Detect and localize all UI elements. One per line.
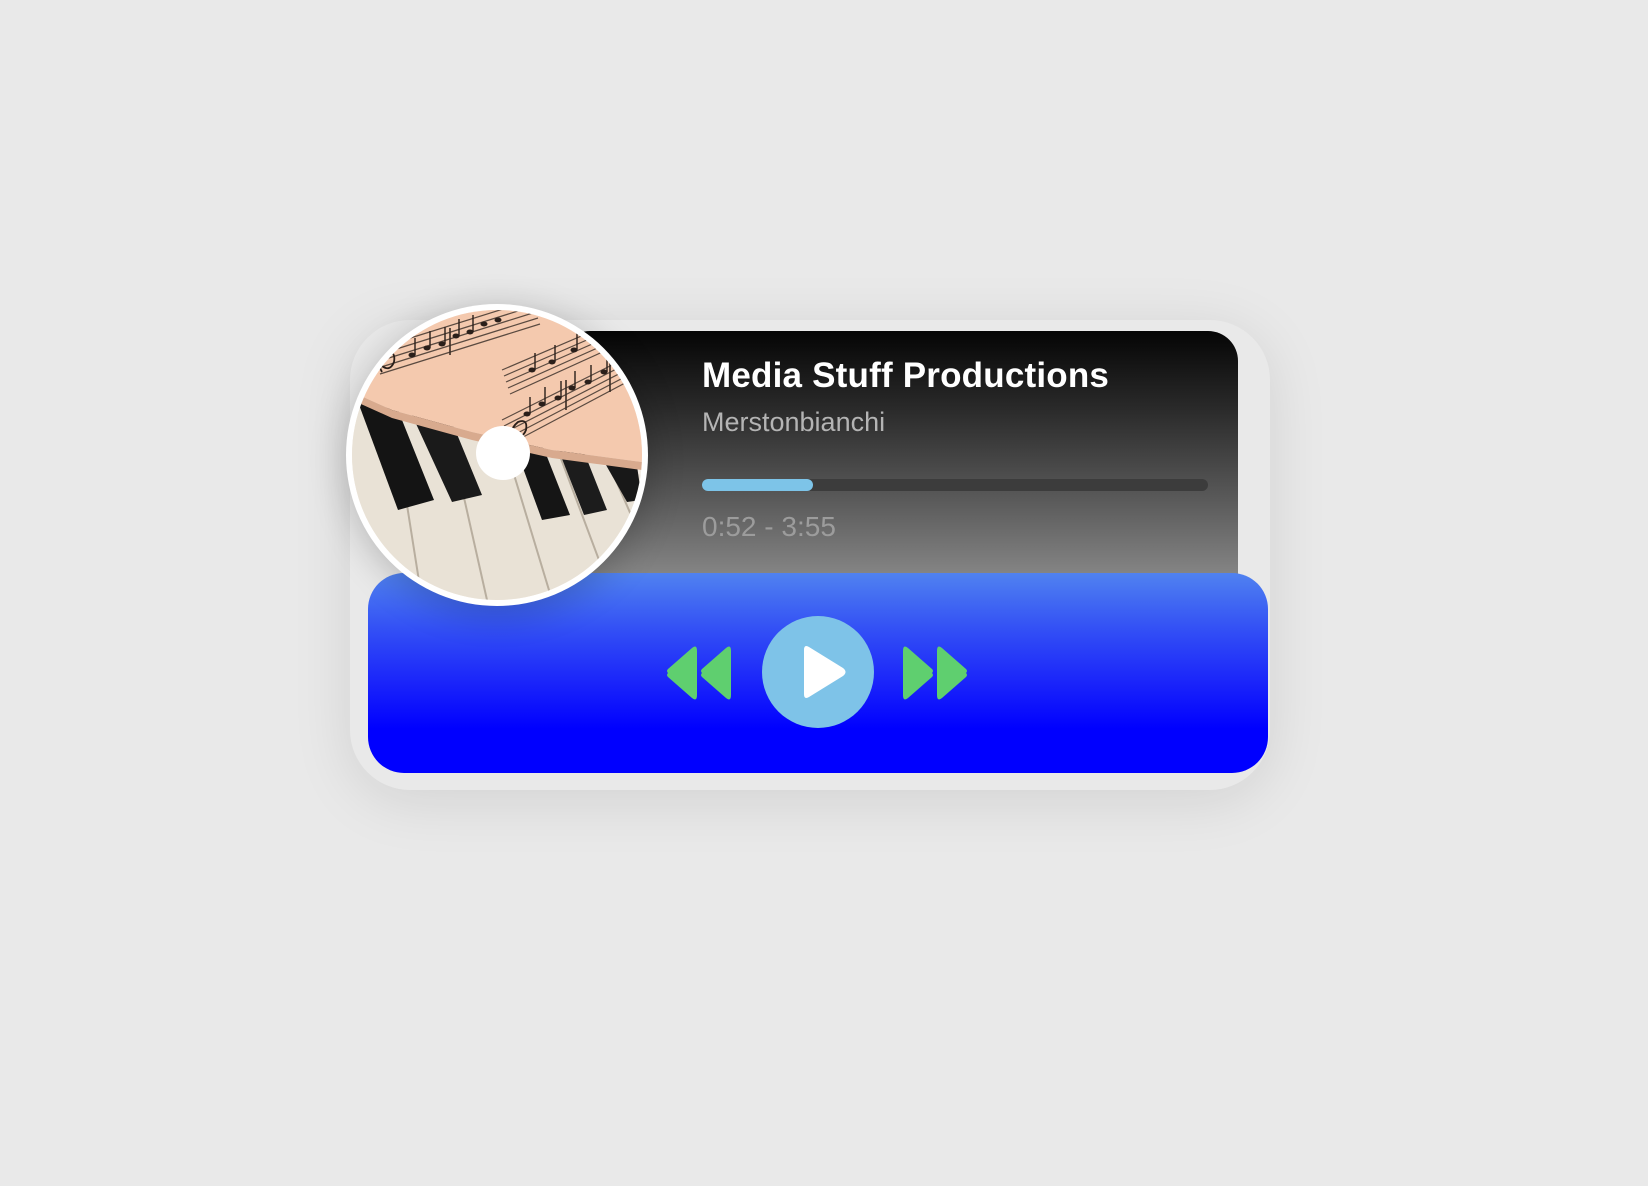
- progress-bar[interactable]: [702, 479, 1208, 491]
- fast-forward-icon: [903, 646, 967, 700]
- play-icon: [804, 646, 846, 698]
- disc-center-hole: [476, 426, 530, 480]
- play-button[interactable]: [762, 616, 874, 728]
- fast-forward-button[interactable]: [898, 645, 970, 701]
- progress-bar-fill: [702, 479, 814, 491]
- rewind-button[interactable]: [664, 645, 736, 701]
- time-separator: -: [764, 511, 774, 542]
- elapsed-time: 0:52: [702, 511, 757, 542]
- rewind-icon: [667, 646, 731, 700]
- total-duration: 3:55: [781, 511, 836, 542]
- music-player-widget: Media Stuff Productions Merstonbianchi 0…: [0, 0, 1648, 1186]
- time-display: 0:52 - 3:55: [702, 511, 836, 543]
- track-artist: Merstonbianchi: [702, 407, 886, 437]
- track-title: Media Stuff Productions: [702, 356, 1110, 395]
